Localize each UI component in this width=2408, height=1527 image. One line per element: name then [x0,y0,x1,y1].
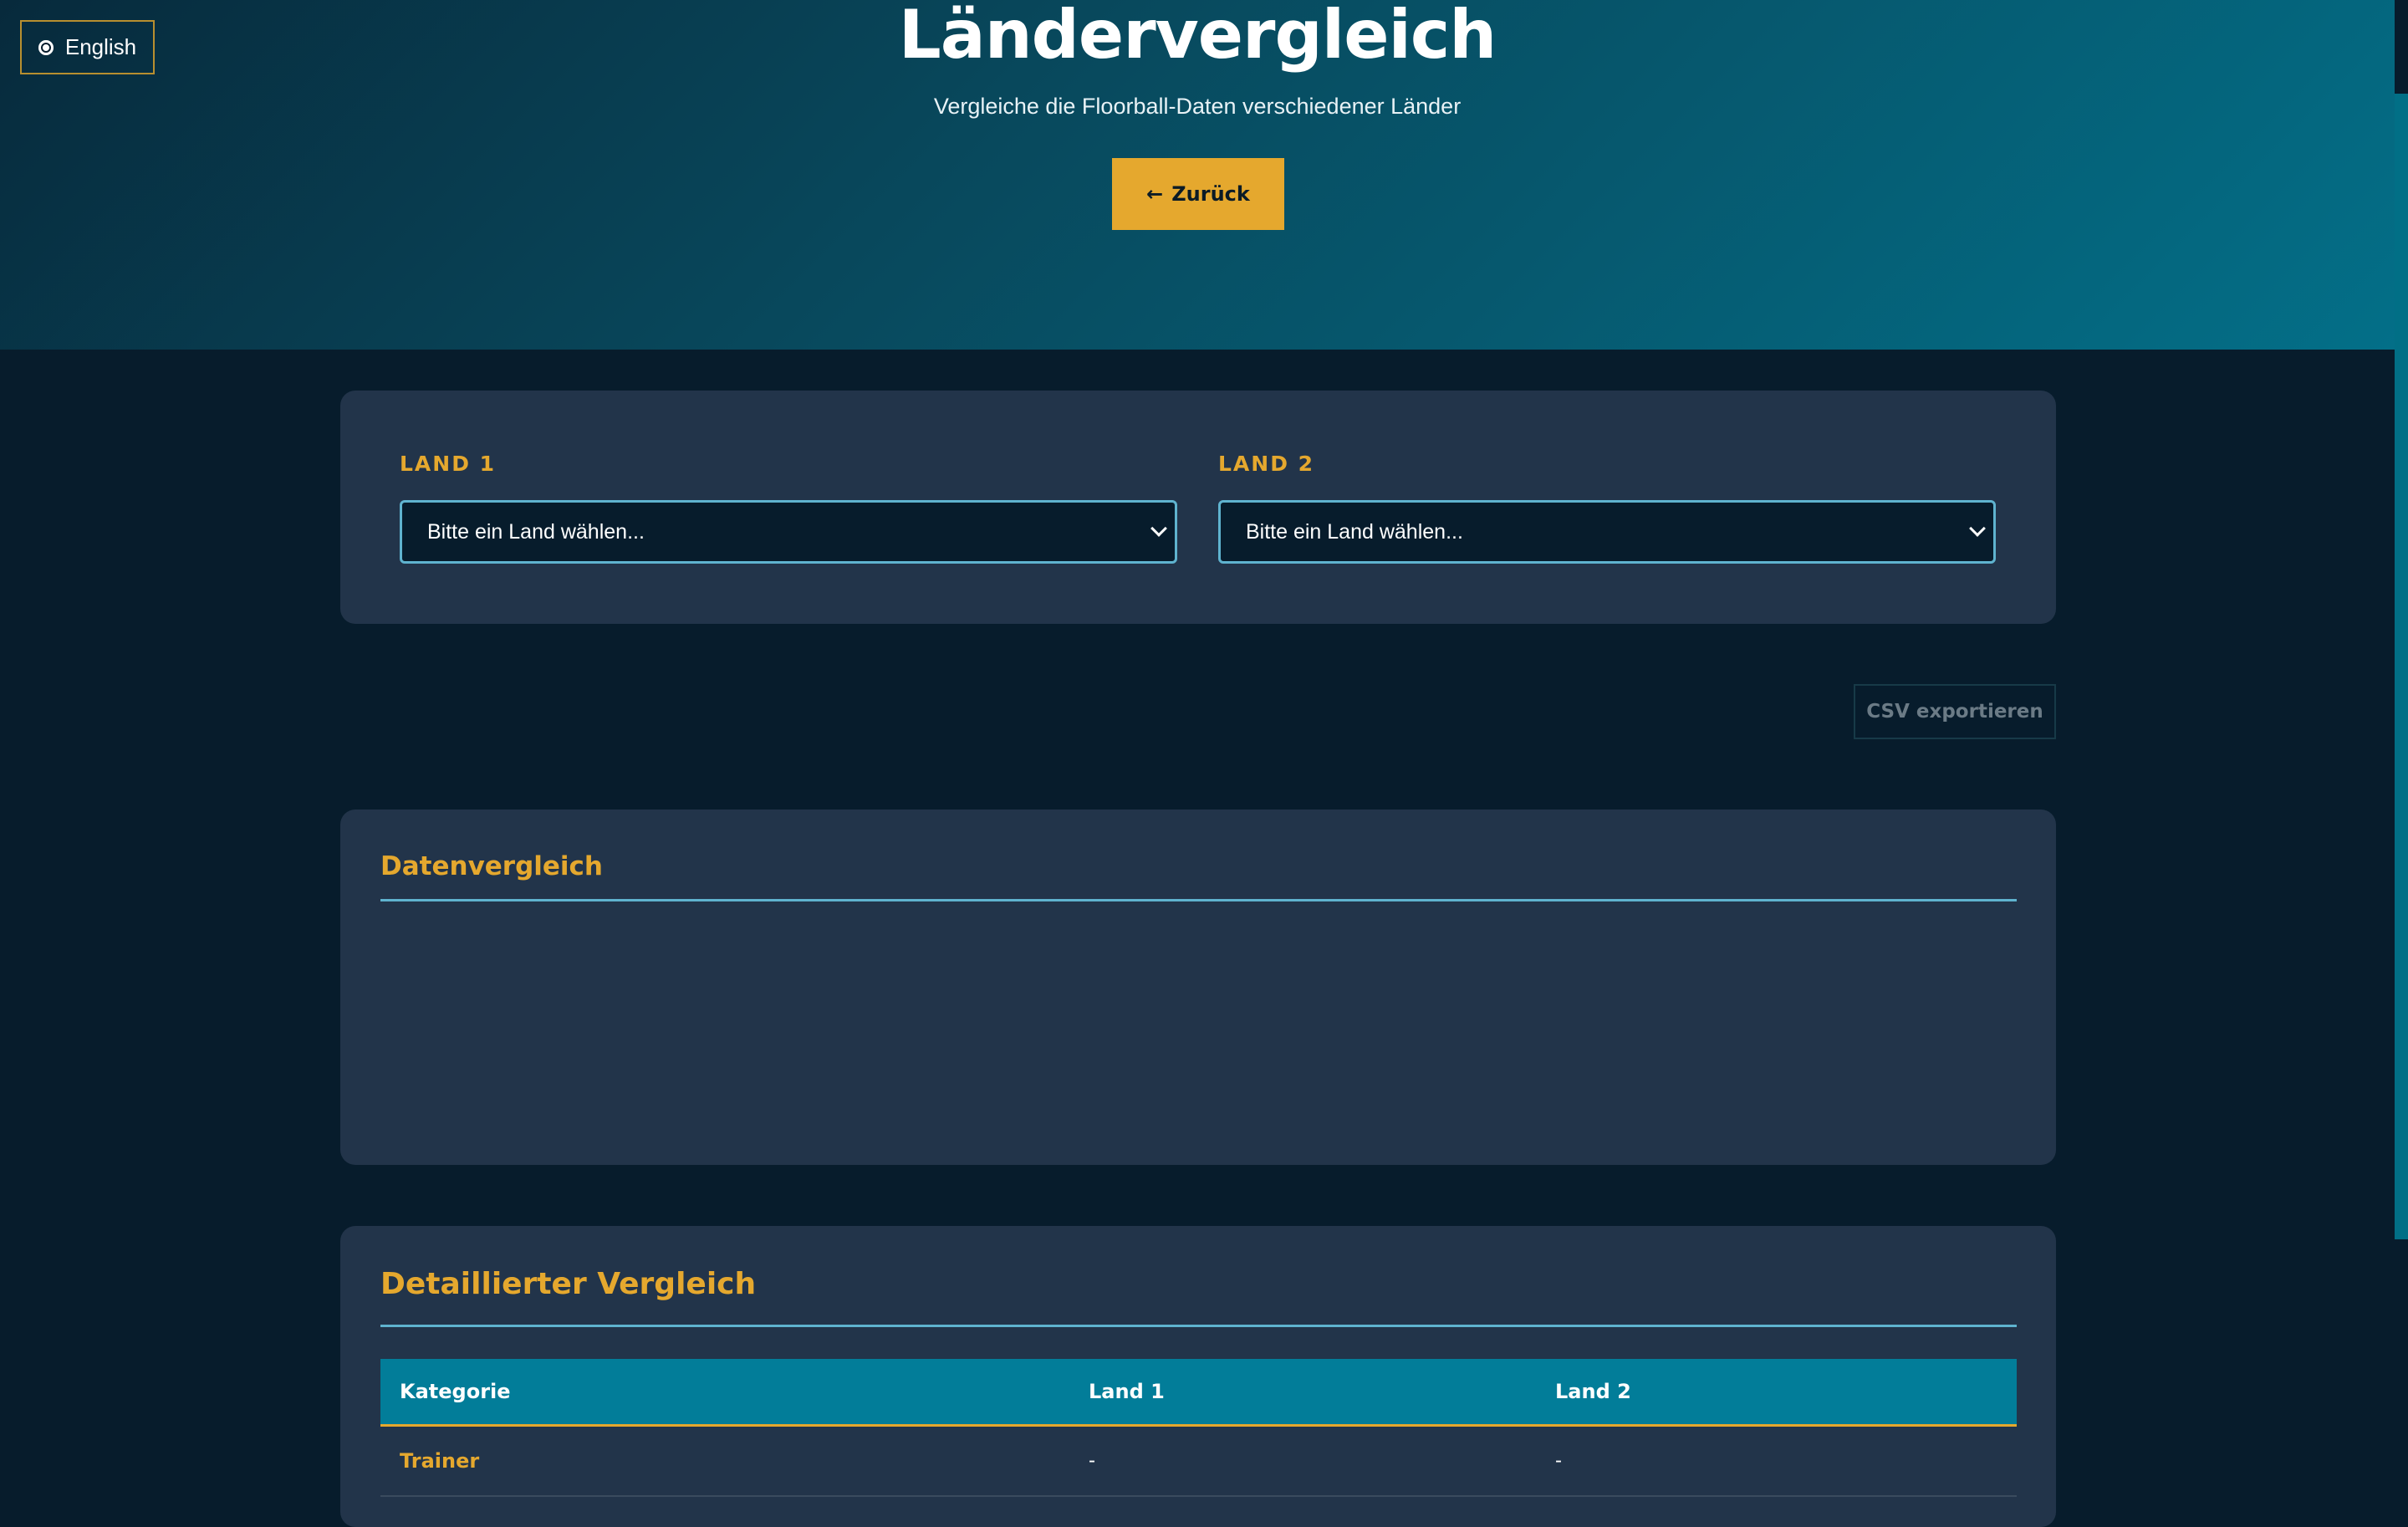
column-header-category: Kategorie [400,1380,511,1403]
row-category: Trainer [400,1449,480,1473]
chevron-down-icon [1969,520,1986,537]
table-row: Trainer - - [380,1427,2017,1497]
chevron-down-icon [1150,520,1167,537]
comparison-table-header: Kategorie Land 1 Land 2 [380,1359,2017,1427]
section-divider [380,1325,2017,1327]
country1-select-value: Bitte ein Land wählen... [427,519,645,544]
country2-label: LAND 2 [1218,452,1315,476]
section-divider [380,899,2017,901]
globe-icon [38,39,54,55]
hero-header: Ländervergleich Vergleiche die Floorball… [0,0,2395,350]
country2-select-value: Bitte ein Land wählen... [1246,519,1463,544]
column-header-land1: Land 1 [1089,1380,1165,1403]
language-toggle-button[interactable]: English [20,20,155,74]
back-button-label: Zurück [1171,182,1250,206]
country1-select[interactable]: Bitte ein Land wählen... [400,500,1177,564]
language-label: English [64,34,137,59]
detailed-comparison-title: Detaillierter Vergleich [380,1267,757,1301]
data-comparison-title: Datenvergleich [380,851,603,881]
column-header-land2: Land 2 [1555,1380,1631,1403]
page-title: Ländervergleich [898,0,1497,74]
row-land2-value: - [1555,1449,1562,1472]
scrollbar-thumb[interactable] [2395,94,2408,1239]
csv-export-button[interactable]: CSV exportieren [1854,684,2056,739]
row-land1-value: - [1089,1449,1095,1472]
country2-select[interactable]: Bitte ein Land wählen... [1218,500,1996,564]
back-button[interactable]: ← Zurück [1112,158,1284,230]
page-subtitle: Vergleiche die Floorball-Daten verschied… [933,94,1462,119]
arrow-left-icon: ← [1146,182,1164,206]
country1-label: LAND 1 [400,452,497,476]
